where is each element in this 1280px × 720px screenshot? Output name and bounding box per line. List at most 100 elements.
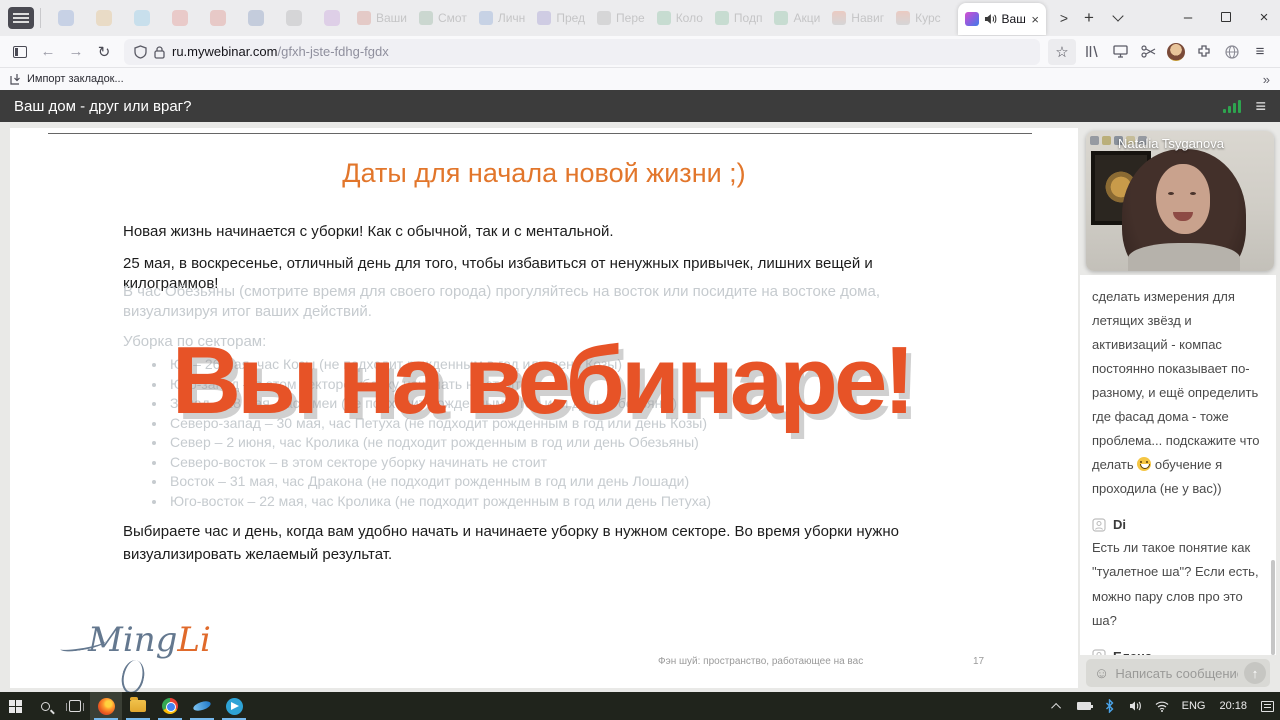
bullet-text: Северо-восток – в этом секторе уборку на…	[170, 454, 547, 470]
send-message-button[interactable]: ↑	[1244, 662, 1266, 684]
tab-aktsi[interactable]: Акци	[774, 11, 820, 25]
avatar	[1167, 43, 1185, 61]
action-center-icon[interactable]	[1254, 692, 1280, 720]
slide-top-border	[48, 133, 1032, 134]
library-icon[interactable]	[1078, 39, 1106, 65]
webinar-menu-icon[interactable]: ≡	[1255, 96, 1266, 117]
profile-avatar[interactable]	[1162, 39, 1190, 65]
telegram-icon	[226, 698, 243, 715]
active-tab-label: Ваш	[1002, 12, 1026, 26]
presentation-slide: Даты для начала новой жизни ;) Новая жиз…	[10, 128, 1078, 688]
active-tab-webinar[interactable]: Ваш ×	[958, 3, 1046, 35]
faded-tab-icon[interactable]	[248, 10, 264, 26]
globe-icon[interactable]	[1218, 39, 1246, 65]
faded-tab-icon[interactable]	[286, 10, 302, 26]
close-tab-icon[interactable]: ×	[1031, 13, 1039, 26]
taskbar-explorer[interactable]	[122, 692, 154, 720]
url-bar[interactable]: ru.mywebinar.com/gfxh-jste-fdhg-fgdx	[124, 39, 1040, 65]
sidebar-icon	[13, 46, 27, 58]
firefox-icon	[98, 698, 115, 715]
wifi-icon[interactable]	[1149, 692, 1175, 720]
screen: Ваши Смот Личн Пред Пере Коло Подп Акци …	[0, 0, 1280, 720]
faded-tab-icon[interactable]	[58, 10, 74, 26]
webinar-title: Ваш дом - друг или враг?	[14, 98, 192, 115]
chat-scrollbar[interactable]	[1271, 560, 1275, 655]
reload-button[interactable]: ↻	[90, 39, 118, 65]
tab-kurs[interactable]: Курс	[896, 11, 941, 25]
chat-input-bar[interactable]: ☺ ↑	[1086, 659, 1270, 687]
tab-pere[interactable]: Пере	[597, 11, 645, 25]
tray-expand-icon[interactable]	[1045, 692, 1071, 720]
bluetooth-glyph	[1105, 699, 1114, 713]
tab-podp[interactable]: Подп	[715, 11, 763, 25]
tab-vashi[interactable]: Ваши	[357, 11, 407, 25]
scissors-icon[interactable]	[1134, 39, 1162, 65]
bluetooth-icon[interactable]	[1097, 692, 1123, 720]
tab-favicon	[479, 11, 493, 25]
tab-favicon	[832, 11, 846, 25]
tab-overflow-icon[interactable]: >	[1050, 0, 1078, 36]
faded-tab-icon[interactable]	[96, 10, 112, 26]
volume-glyph	[1129, 700, 1142, 712]
minimize-button[interactable]: –	[1168, 0, 1208, 34]
chrome-icon	[162, 698, 178, 714]
bookmarks-overflow-icon[interactable]: »	[1263, 72, 1270, 87]
task-view-button[interactable]	[60, 692, 90, 720]
action-center-glyph	[1261, 701, 1274, 712]
webinar-header: Ваш дом - друг или враг? ≡	[0, 90, 1280, 122]
tab-label: Пред	[556, 11, 585, 25]
new-tab-button[interactable]: +	[1075, 0, 1103, 36]
sidebar-toggle-icon[interactable]	[6, 39, 34, 65]
message-text-part: сделать измерения для летящих звёзд и ак…	[1092, 289, 1259, 472]
tab-navig[interactable]: Навиг	[832, 11, 884, 25]
clock[interactable]: 20:18	[1212, 700, 1254, 712]
tab-audio-icon[interactable]	[984, 13, 997, 25]
tab-lichn[interactable]: Личн	[479, 11, 525, 25]
close-window-button[interactable]: ×	[1244, 0, 1280, 34]
app-menu-icon[interactable]: ≡	[1246, 39, 1274, 65]
faded-tab-icon[interactable]	[324, 10, 340, 26]
taskbar-firefox[interactable]	[90, 692, 122, 720]
restore-button[interactable]	[1206, 0, 1246, 34]
firefox-view-icon[interactable]	[8, 7, 34, 29]
faded-tab-icon[interactable]	[172, 10, 188, 26]
bookmark-star-icon[interactable]: ☆	[1048, 39, 1076, 65]
list-tabs-icon[interactable]	[1104, 0, 1132, 36]
tab-kolo[interactable]: Коло	[657, 11, 703, 25]
taskbar-paint-app[interactable]	[186, 692, 218, 720]
url-text[interactable]: ru.mywebinar.com/gfxh-jste-fdhg-fgdx	[172, 44, 389, 59]
chat-message-input[interactable]	[1115, 666, 1238, 681]
taskbar-telegram[interactable]	[218, 692, 250, 720]
battery-icon[interactable]	[1071, 692, 1097, 720]
import-icon	[10, 73, 22, 85]
eye	[1168, 192, 1174, 195]
faded-tab-icon[interactable]	[210, 10, 226, 26]
chat-panel[interactable]: сделать измерения для летящих звёзд и ак…	[1080, 275, 1276, 655]
start-button[interactable]	[0, 692, 30, 720]
scissors-glyph	[1141, 45, 1156, 58]
forward-button[interactable]: →	[62, 39, 90, 65]
extensions-icon[interactable]	[1190, 39, 1218, 65]
import-bookmarks-item[interactable]: Импорт закладок...	[10, 73, 124, 85]
tab-favicon	[597, 11, 611, 25]
tab-label: Подп	[734, 11, 763, 25]
presenter-video[interactable]: Natalia Tsyganova	[1086, 131, 1274, 271]
shield-icon[interactable]	[134, 45, 147, 59]
presenter-name: Natalia Tsyganova	[1118, 136, 1224, 151]
volume-icon[interactable]	[1123, 692, 1149, 720]
bullet-item: Север – 2 июня, час Кролика (не подходит…	[150, 434, 711, 454]
back-button[interactable]: ←	[34, 39, 62, 65]
screenshot-tool-icon[interactable]	[1106, 39, 1134, 65]
tab-smot[interactable]: Смот	[419, 11, 467, 25]
tab-pred[interactable]: Пред	[537, 11, 585, 25]
url-host: ru.mywebinar.com	[172, 44, 277, 59]
tab-favicon	[419, 11, 433, 25]
emoji-picker-icon[interactable]: ☺	[1094, 665, 1109, 682]
keyboard-language[interactable]: ENG	[1175, 700, 1213, 712]
file-explorer-icon	[130, 700, 146, 712]
tab-label: Пере	[616, 11, 645, 25]
search-button[interactable]	[30, 692, 60, 720]
faded-tab-icon[interactable]	[134, 10, 150, 26]
lock-icon[interactable]	[154, 45, 165, 59]
taskbar-chrome[interactable]	[154, 692, 186, 720]
